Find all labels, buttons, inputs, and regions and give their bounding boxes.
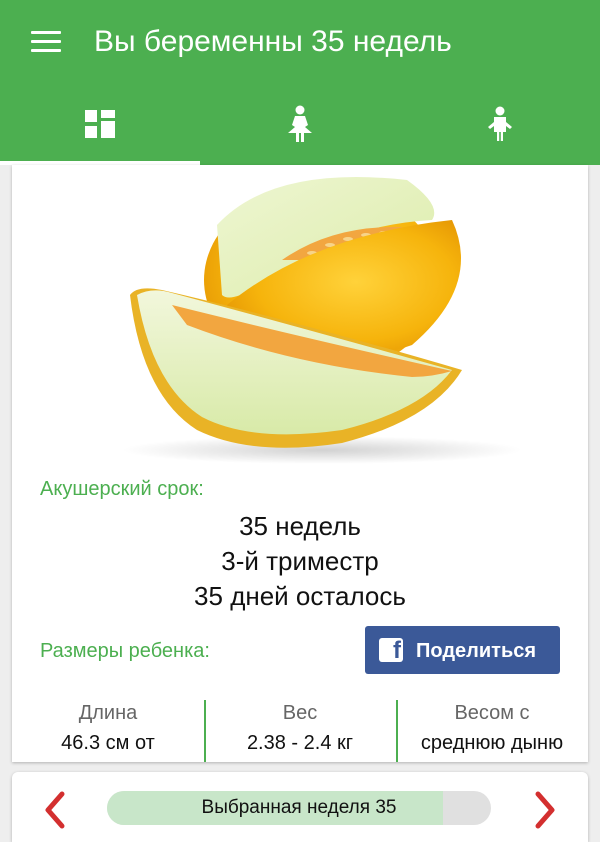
selected-week-label: Выбранная неделя 35 [201, 797, 397, 818]
previous-week-button[interactable] [40, 790, 70, 830]
page-title: Вы беременны 35 недель [94, 25, 452, 58]
term-days-left: 35 дней осталось [194, 581, 406, 611]
baby-size-stats: Длина 46.3 см от Вес 2.38 - 2.4 кг Весом… [12, 698, 588, 762]
tab-bar [0, 82, 600, 165]
facebook-icon: f [379, 638, 403, 663]
stat-weight-value: 2.38 - 2.4 кг [246, 732, 354, 754]
stat-weight: Вес 2.38 - 2.4 кг [204, 698, 396, 762]
hamburger-menu-icon[interactable] [28, 26, 64, 58]
week-info-card: Акушерский срок: 35 недель 3-й триместр … [12, 165, 588, 762]
week-selector: Выбранная неделя 35 [12, 772, 588, 842]
baby-size-label: Размеры ребенка: [40, 640, 210, 662]
stat-length-value: 46.3 см от [61, 732, 155, 754]
pregnant-woman-icon [288, 105, 312, 142]
next-week-button[interactable] [530, 790, 560, 830]
melon-image [12, 165, 588, 465]
chevron-left-icon [45, 791, 65, 829]
term-summary: 35 недель 3-й триместр 35 дней осталось [12, 509, 588, 614]
share-button-label: Поделиться [416, 640, 537, 662]
stat-comparison-label: Весом с [454, 702, 530, 724]
facebook-share-button[interactable]: f Поделиться [365, 626, 560, 674]
week-progress-bar[interactable]: Выбранная неделя 35 [107, 791, 491, 825]
term-weeks: 35 недель [239, 511, 361, 541]
tab-baby[interactable] [400, 82, 600, 165]
stat-length: Длина 46.3 см от [12, 698, 204, 762]
term-trimester: 3-й триместр [221, 546, 379, 576]
tab-mother[interactable] [200, 82, 400, 165]
term-label: Акушерский срок: [40, 478, 204, 500]
tab-dashboard[interactable] [0, 82, 200, 165]
stat-weight-label: Вес [282, 702, 318, 724]
dashboard-icon [85, 109, 115, 138]
stat-comparison: Весом с среднюю дыню [396, 698, 588, 762]
chevron-right-icon [535, 791, 555, 829]
baby-icon [488, 106, 512, 141]
stat-length-label: Длина [78, 702, 138, 724]
stat-comparison-value: среднюю дыню [420, 732, 564, 754]
app-bar: Вы беременны 35 недель [0, 0, 600, 165]
